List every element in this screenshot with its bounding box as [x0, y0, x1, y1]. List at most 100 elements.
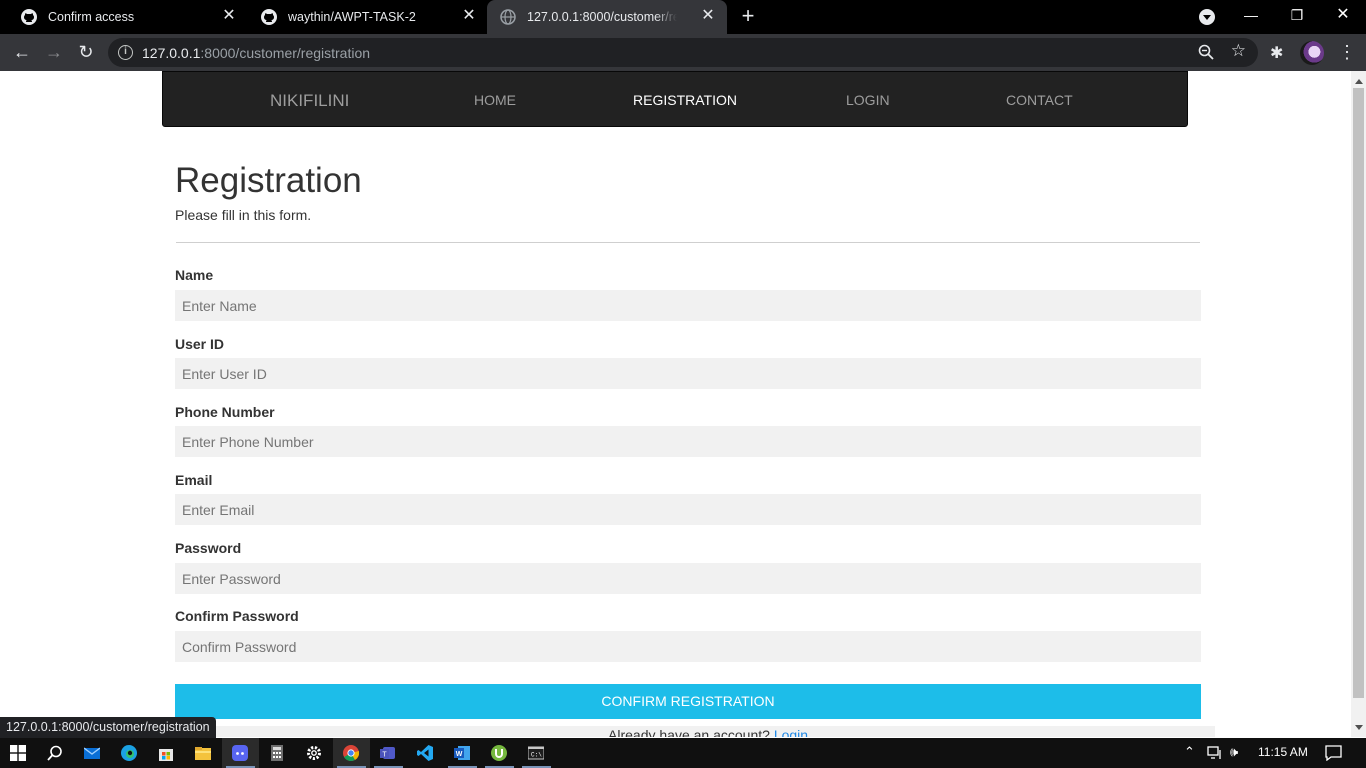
address-bar[interactable]: i 127.0.0.1:8000/customer/registration ☆ [108, 38, 1258, 67]
chrome-icon [343, 745, 359, 761]
word-icon: W [454, 746, 470, 760]
page-viewport: NIKIFILINI HOME REGISTRATION LOGIN CONTA… [0, 71, 1351, 737]
user-id-label: User ID [175, 336, 225, 352]
minimize-icon[interactable]: — [1228, 0, 1274, 32]
new-tab-button[interactable]: + [737, 5, 759, 28]
link-status-bar: 127.0.0.1:8000/customer/registration [0, 717, 216, 738]
url-host: 127.0.0.1 [142, 45, 201, 61]
bookmark-star-icon[interactable]: ☆ [1231, 41, 1246, 61]
search-icon [47, 745, 62, 761]
phone-label: Phone Number [175, 404, 275, 420]
phone-input[interactable] [175, 426, 1201, 457]
restore-icon[interactable]: ❐ [1274, 0, 1320, 32]
file-explorer-icon [195, 747, 211, 760]
clock-time[interactable]: 11:15 AM [1258, 745, 1308, 759]
reload-icon[interactable]: ↻ [74, 41, 98, 65]
taskbar-discord[interactable] [222, 738, 259, 768]
notification-center-icon[interactable] [1325, 745, 1342, 761]
site-info-icon[interactable]: i [118, 45, 133, 60]
taskbar-file-explorer[interactable] [185, 738, 222, 768]
menu-kebab-icon[interactable]: ⋮ [1338, 40, 1356, 64]
profile-avatar[interactable] [1300, 41, 1324, 65]
scroll-up-icon[interactable] [1355, 75, 1363, 84]
taskbar-terminal[interactable]: C:\ [518, 738, 555, 768]
browser-tab-strip: Confirm access ✕ waythin/AWPT-TASK-2 ✕ 1… [0, 0, 1366, 34]
back-icon[interactable]: ← [10, 41, 34, 65]
signin-prompt: Already have an account? Login. [205, 726, 1215, 737]
globe-icon [500, 9, 516, 25]
form-subtitle: Please fill in this form. [175, 207, 312, 223]
taskbar-search[interactable] [37, 738, 74, 768]
nav-contact[interactable]: CONTACT [1006, 92, 1073, 108]
email-input[interactable] [175, 494, 1201, 525]
email-label: Email [175, 472, 213, 488]
svg-text:T: T [382, 752, 387, 759]
network-icon[interactable] [1207, 746, 1224, 760]
taskbar-word[interactable]: W [444, 738, 481, 768]
nav-login[interactable]: LOGIN [846, 92, 890, 108]
teams-icon: T [380, 747, 395, 759]
taskbar-settings[interactable] [296, 738, 333, 768]
taskbar-chrome[interactable] [333, 738, 370, 768]
tab-confirm-access[interactable]: Confirm access ✕ [8, 0, 248, 34]
name-input[interactable] [175, 290, 1201, 321]
terminal-icon: C:\ [528, 746, 544, 760]
nav-home[interactable]: HOME [474, 92, 516, 108]
taskbar-teams[interactable]: T [370, 738, 407, 768]
settings-icon [307, 746, 321, 760]
start-icon [10, 745, 26, 761]
taskbar-store[interactable] [148, 738, 185, 768]
utorrent-icon [491, 745, 507, 761]
browser-toolbar: ← → ↻ i 127.0.0.1:8000/customer/registra… [0, 34, 1366, 71]
taskbar-vscode[interactable] [407, 738, 444, 768]
brand-logo[interactable]: NIKIFILINI [270, 91, 349, 111]
extensions-puzzle-icon[interactable]: ✱ [1270, 43, 1288, 62]
user-id-input[interactable] [175, 358, 1201, 389]
github-icon [21, 9, 37, 25]
scroll-down-icon[interactable] [1355, 725, 1363, 734]
calculator-icon [271, 745, 283, 761]
password-input[interactable] [175, 563, 1201, 594]
mail-icon [84, 747, 100, 759]
site-navbar: NIKIFILINI HOME REGISTRATION LOGIN CONTA… [162, 71, 1188, 127]
name-label: Name [175, 267, 214, 283]
close-tab-icon[interactable]: ✕ [699, 7, 717, 25]
close-tab-icon[interactable]: ✕ [220, 7, 238, 25]
nav-registration[interactable]: REGISTRATION [633, 92, 737, 108]
address-url[interactable]: 127.0.0.1:8000/customer/registration [142, 45, 370, 61]
page-scrollbar[interactable] [1351, 71, 1366, 737]
tab-registration[interactable]: 127.0.0.1:8000/customer/registration ✕ [487, 0, 727, 34]
windows-taskbar: T W C:\ ⌃ 🕪 11:15 AM [0, 738, 1366, 768]
scroll-thumb[interactable] [1353, 88, 1364, 698]
taskbar-calculator[interactable] [259, 738, 296, 768]
start-button[interactable] [0, 738, 37, 768]
password-label: Password [175, 540, 242, 556]
confirm-registration-button[interactable]: CONFIRM REGISTRATION [175, 684, 1201, 719]
vscode-icon [417, 745, 433, 761]
forward-icon[interactable]: → [42, 41, 66, 65]
url-path: :8000/customer/registration [200, 45, 371, 61]
confirm-password-label: Confirm Password [175, 608, 299, 624]
tab-title: 127.0.0.1:8000/customer/registration [527, 10, 677, 24]
zoom-icon[interactable] [1198, 44, 1214, 60]
login-link[interactable]: Login [774, 727, 808, 737]
tab-title: Confirm access [48, 10, 135, 24]
tab-repo[interactable]: waythin/AWPT-TASK-2 ✕ [248, 0, 488, 34]
discord-icon [232, 745, 248, 761]
page-title: Registration [175, 161, 362, 200]
taskbar-mail[interactable] [74, 738, 111, 768]
tab-title: waythin/AWPT-TASK-2 [288, 10, 416, 24]
volume-icon[interactable]: 🕪 [1230, 744, 1238, 760]
taskbar-edge[interactable] [111, 738, 148, 768]
svg-text:W: W [456, 751, 463, 758]
signin-text: Already have an account? [608, 727, 770, 737]
store-icon [159, 749, 173, 761]
close-tab-icon[interactable]: ✕ [460, 7, 478, 25]
tab-search-icon[interactable] [1199, 9, 1215, 25]
taskbar-utorrent[interactable] [481, 738, 518, 768]
confirm-password-input[interactable] [175, 631, 1201, 662]
signin-period: . [808, 727, 812, 737]
close-window-icon[interactable]: ✕ [1320, 0, 1366, 32]
tray-overflow-icon[interactable]: ⌃ [1184, 744, 1195, 760]
edge-icon [121, 745, 137, 761]
